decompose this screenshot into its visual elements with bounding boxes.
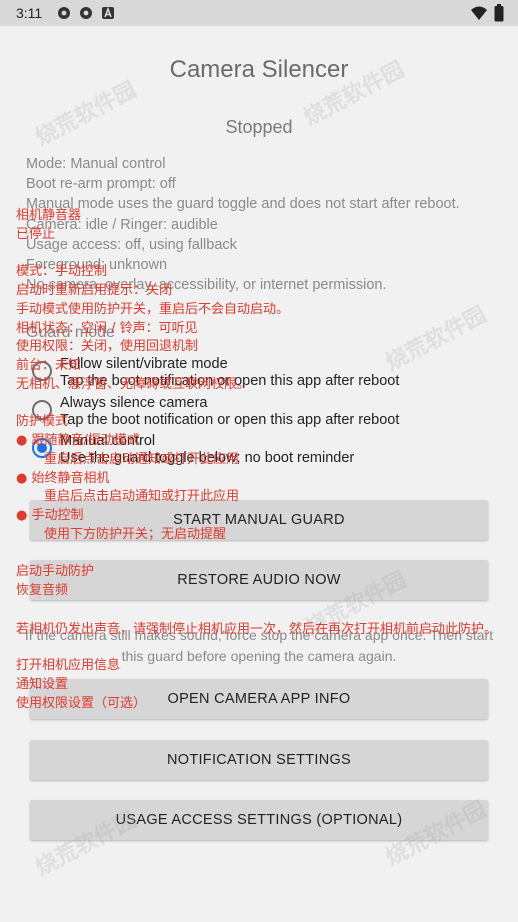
overlay-guard-mode: 防护模式 (16, 414, 69, 429)
watermark: 烧荒软件园 (381, 302, 491, 377)
status-time: 3:11 (16, 5, 43, 21)
overlay-mode-manual-sub: 使用下方防护开关；无启动提醒 (44, 527, 227, 542)
overlay-mode-manual: ● 手动控制 (16, 508, 84, 523)
overlay-boot: 启动时重新启用提示：关闭 (16, 283, 173, 298)
overlay-title: 相机静音器 (16, 208, 82, 223)
overlay-usage: 使用权限：关闭，使用回退机制 (16, 339, 199, 354)
notification-a-icon (102, 6, 114, 19)
info-usage-access: Usage access: off, using fallback (26, 236, 237, 253)
settings-icon (58, 7, 70, 19)
overlay-mode: 模式：手动控制 (16, 264, 108, 279)
guard-mode-description: Tap the boot notification or open this a… (60, 412, 400, 428)
watermark: 烧荒软件园 (31, 77, 141, 152)
overlay-start: 启动手动防护 (16, 564, 95, 579)
overlay-status: 已停止 (16, 227, 56, 242)
wifi-icon (471, 6, 487, 20)
overlay-foreground: 前台：未知 (16, 358, 82, 373)
overlay-camera: 相机状态：空闲 / 铃声：可听见 (16, 321, 198, 336)
overlay-mode-always: ● 始终静音相机 (16, 471, 110, 486)
overlay-manual: 手动模式使用防护开关，重启后不会自动启动。 (16, 302, 290, 317)
overlay-usage-access: 使用权限设置（可选） (16, 696, 147, 711)
overlay-permissions: 无相机、悬浮窗、无障碍或互联网权限。 (16, 377, 251, 392)
battery-icon (494, 4, 504, 22)
overlay-note: 若相机仍发出声音，请强制停止相机应用一次，然后在再次打开相机前启动此防护。 (16, 622, 498, 637)
settings-icon (80, 7, 92, 19)
info-camera: Camera: idle / Ringer: audible (26, 216, 218, 233)
overlay-mode-follow-sub: 重启后点击启动通知或打开此应用 (44, 452, 240, 467)
guard-mode-label: Follow silent/vibrate mode (60, 356, 228, 372)
guard-mode-label: Always silence camera (60, 395, 208, 411)
overlay-mode-always-sub: 重启后点击启动通知或打开此应用 (44, 489, 240, 504)
info-manual-mode: Manual mode uses the guard toggle and do… (26, 196, 460, 213)
info-boot-prompt: Boot re-arm prompt: off (26, 176, 176, 193)
overlay-mode-follow: ● 跟随静音/振动模式 (16, 433, 140, 448)
info-mode: Mode: Manual control (26, 156, 166, 172)
restore-audio-button[interactable]: RESTORE AUDIO NOW (30, 560, 488, 600)
overlay-open-camera-info: 打开相机应用信息 (16, 658, 121, 673)
notification-settings-button[interactable]: NOTIFICATION SETTINGS (30, 740, 488, 780)
app-title: Camera Silencer (169, 56, 349, 83)
overlay-restore: 恢复音频 (16, 583, 69, 598)
overlay-notification-settings: 通知设置 (16, 677, 69, 692)
status-bar: 3:11 (0, 0, 518, 26)
